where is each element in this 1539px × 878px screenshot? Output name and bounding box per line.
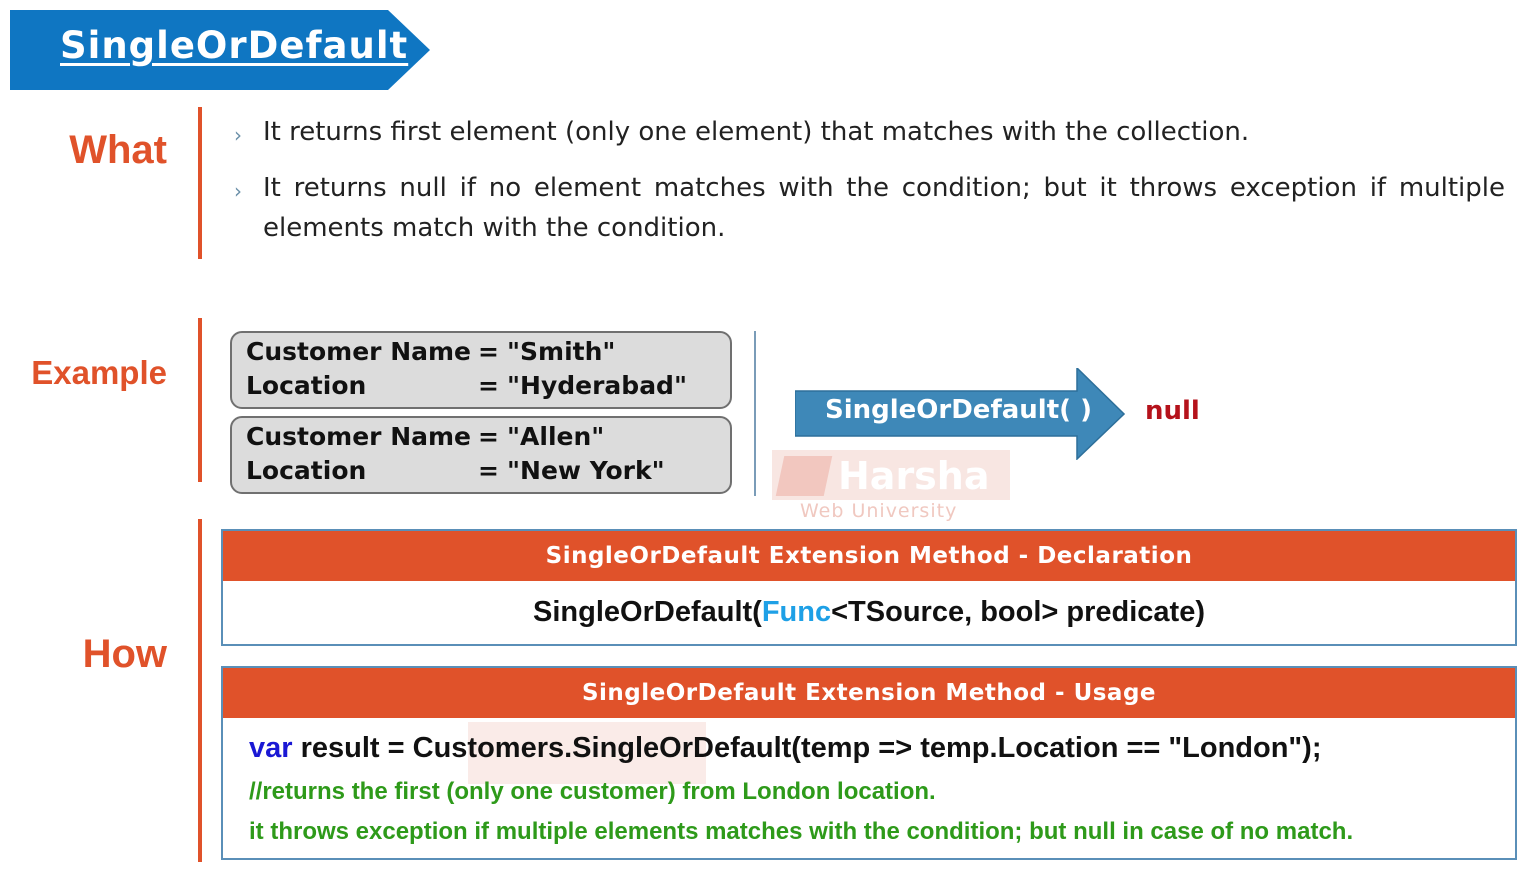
record-equals: = <box>478 337 499 366</box>
what-label: What <box>69 128 167 172</box>
usage-panel: SingleOrDefault Extension Method - Usage… <box>221 666 1517 860</box>
chevron-right-icon: › <box>234 179 242 203</box>
example-vertical-separator <box>754 331 756 496</box>
customer-record-allen: Customer Name = "Allen" Location = "New … <box>230 416 732 494</box>
title-banner: SingleOrDefault <box>10 10 430 90</box>
chevron-right-icon: › <box>234 123 242 147</box>
declaration-prefix: SingleOrDefault( <box>533 596 762 628</box>
how-divider <box>198 519 202 862</box>
watermark-subtitle: Web University <box>800 500 958 522</box>
how-label: How <box>82 632 167 676</box>
record-location-value: "Hyderabad" <box>507 371 687 400</box>
example-label: Example <box>31 354 167 391</box>
usage-comment-1: //returns the first (only one customer) … <box>249 778 936 805</box>
page-title: SingleOrDefault <box>60 24 409 67</box>
declaration-header: SingleOrDefault Extension Method - Decla… <box>223 531 1515 581</box>
what-divider <box>198 107 202 259</box>
usage-code: var result = Customers.SingleOrDefault(t… <box>249 732 1322 765</box>
record-equals: = <box>478 371 499 400</box>
record-equals: = <box>478 422 499 451</box>
customer-record-smith: Customer Name = "Smith" Location = "Hyde… <box>230 331 732 409</box>
record-equals: = <box>478 456 499 485</box>
declaration-panel: SingleOrDefault Extension Method - Decla… <box>221 529 1517 646</box>
declaration-func: Func <box>761 596 832 628</box>
method-arrow-label: SingleOrDefault( ) <box>825 395 1092 425</box>
usage-code-rest: result = Customers.SingleOrDefault(temp … <box>292 732 1322 764</box>
record-location-key: Location <box>246 371 367 400</box>
record-name-value: "Allen" <box>507 422 605 451</box>
declaration-signature: SingleOrDefault(Func<TSource, bool> pred… <box>223 581 1515 643</box>
what-bullet-1: It returns first element (only one eleme… <box>263 117 1250 147</box>
result-null: null <box>1145 396 1200 426</box>
record-name-key: Customer Name <box>246 337 471 366</box>
keyword-var: var <box>249 732 293 764</box>
record-location-key: Location <box>246 456 367 485</box>
record-location-value: "New York" <box>507 456 665 485</box>
usage-comment-2: it throws exception if multiple elements… <box>249 818 1354 845</box>
record-name-value: "Smith" <box>507 337 616 366</box>
harsha-logo-icon <box>775 456 833 496</box>
example-divider <box>198 318 202 482</box>
what-bullet-2: It returns null if no element matches wi… <box>263 173 1505 243</box>
declaration-suffix: <TSource, bool> predicate) <box>831 596 1205 628</box>
record-name-key: Customer Name <box>246 422 471 451</box>
usage-header: SingleOrDefault Extension Method - Usage <box>223 668 1515 718</box>
watermark-brand: Harsha <box>838 454 990 498</box>
method-arrow: SingleOrDefault( ) <box>795 368 1125 460</box>
